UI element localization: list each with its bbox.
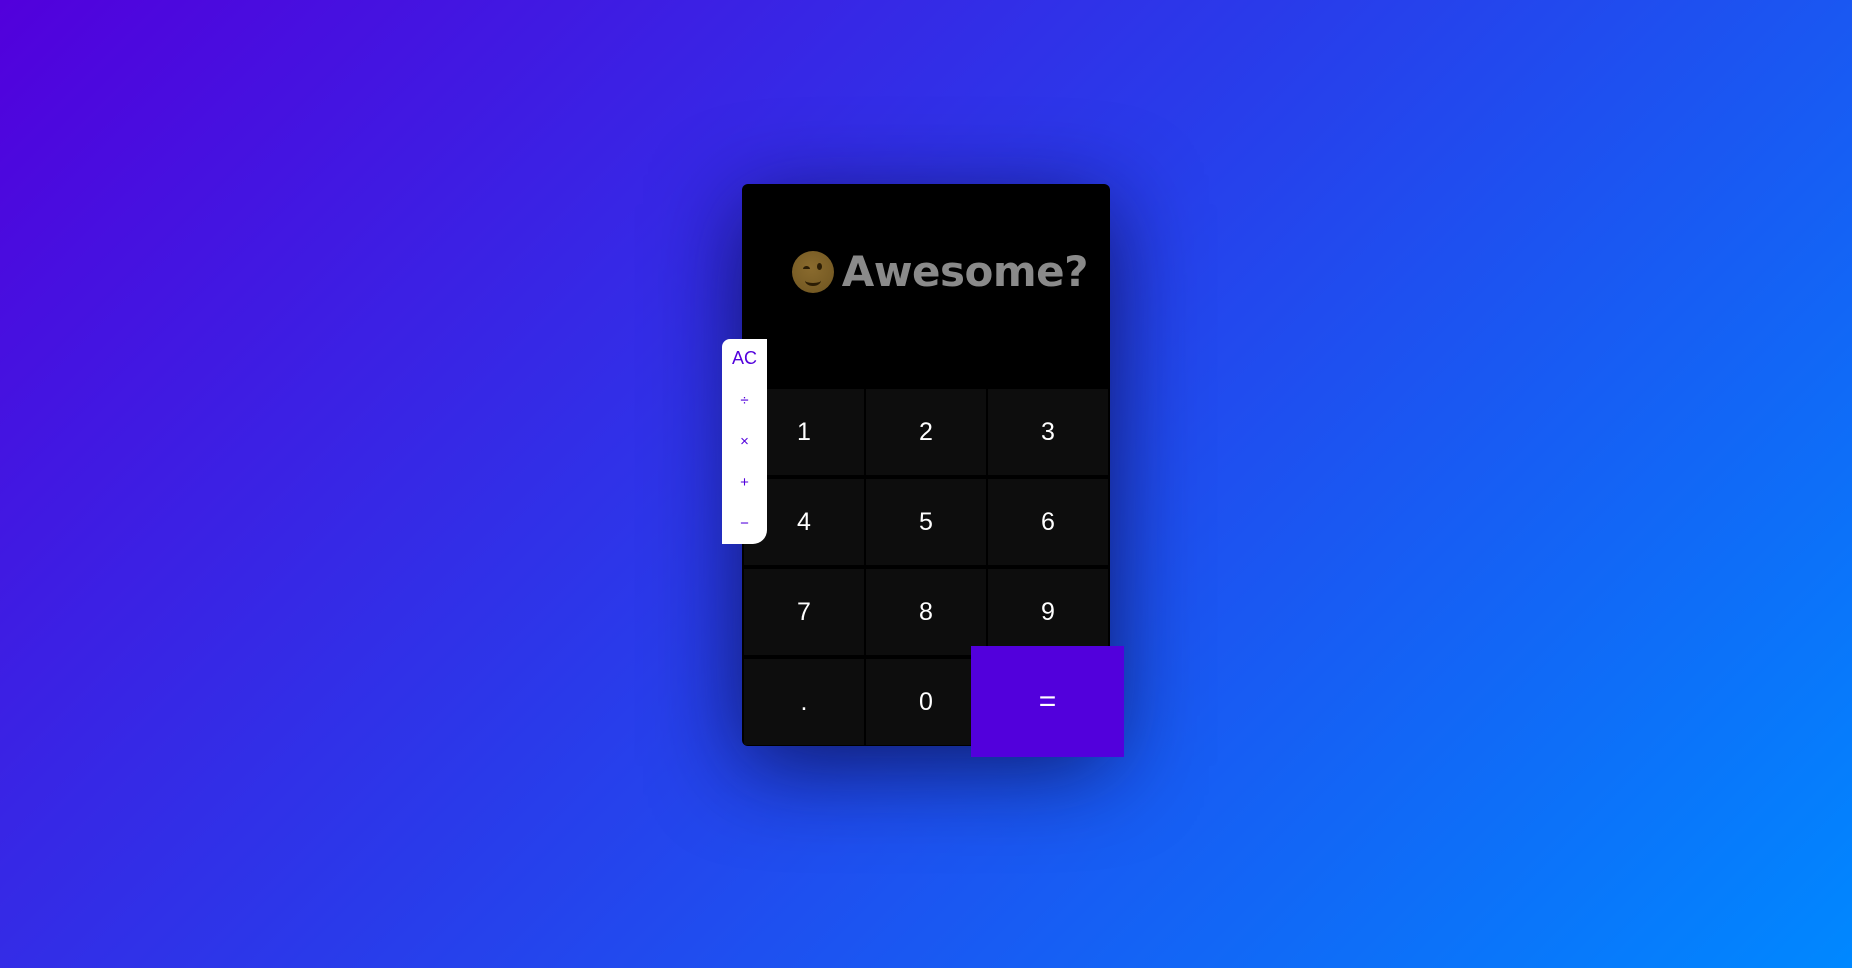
key-3[interactable]: 3 [988, 389, 1108, 475]
key-decimal[interactable]: . [744, 659, 864, 745]
key-2[interactable]: 2 [866, 389, 986, 475]
key-8[interactable]: 8 [866, 569, 986, 655]
key-5[interactable]: 5 [866, 479, 986, 565]
key-0[interactable]: 0 [866, 659, 986, 745]
subtract-button[interactable]: − [722, 503, 767, 544]
display-text: Awesome? [841, 247, 1089, 296]
key-7[interactable]: 7 [744, 569, 864, 655]
clear-button[interactable]: AC [722, 348, 767, 380]
add-button[interactable]: + [722, 462, 767, 503]
display: Awesome? [742, 184, 1110, 387]
operator-panel: AC ÷ × + − [722, 339, 767, 544]
divide-button[interactable]: ÷ [722, 380, 767, 421]
equals-button[interactable]: = [971, 646, 1124, 757]
winking-face-icon [791, 250, 834, 293]
multiply-button[interactable]: × [722, 421, 767, 462]
key-6[interactable]: 6 [988, 479, 1108, 565]
key-9[interactable]: 9 [988, 569, 1108, 655]
